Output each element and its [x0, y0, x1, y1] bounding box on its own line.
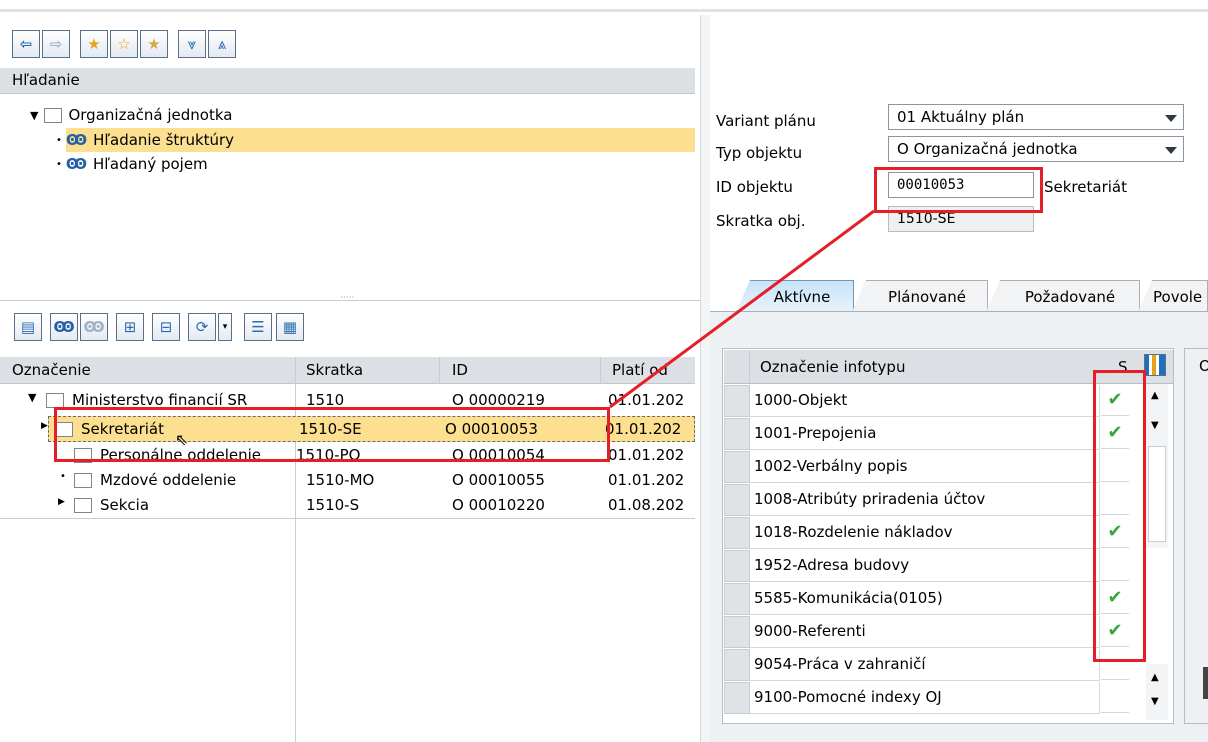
annotation-connector: [609, 209, 875, 409]
annotation-line: [609, 209, 875, 409]
